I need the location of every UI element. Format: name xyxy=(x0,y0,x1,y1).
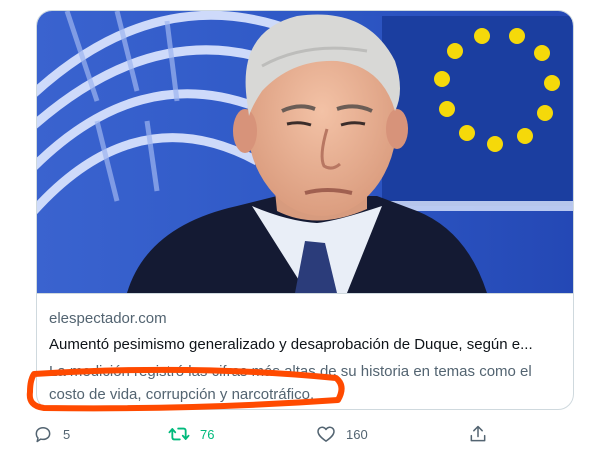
heart-icon xyxy=(317,426,335,442)
reply-button[interactable]: 5 xyxy=(33,418,70,450)
link-description: La medición registró las cifras más alta… xyxy=(49,363,532,403)
share-button[interactable] xyxy=(468,418,488,450)
link-info[interactable]: elespectador.com Aumentó pesimismo gener… xyxy=(37,293,573,409)
like-button[interactable]: 160 xyxy=(316,418,368,450)
article-image[interactable] xyxy=(37,11,573,293)
retweet-count: 76 xyxy=(200,426,215,442)
retweet-icon xyxy=(168,427,190,441)
retweet-button[interactable]: 76 xyxy=(168,418,214,450)
tweet-actions: 5 76 160 xyxy=(0,418,597,450)
link-domain: elespectador.com xyxy=(49,310,167,327)
share-icon xyxy=(470,425,486,442)
link-headline: Aumentó pesimismo generalizado y desapro… xyxy=(49,336,533,353)
link-preview-card[interactable]: elespectador.com Aumentó pesimismo gener… xyxy=(36,10,574,410)
reply-count: 5 xyxy=(63,426,71,442)
reply-icon xyxy=(35,427,51,443)
like-count: 160 xyxy=(346,426,368,442)
photo-illustration xyxy=(37,11,573,293)
